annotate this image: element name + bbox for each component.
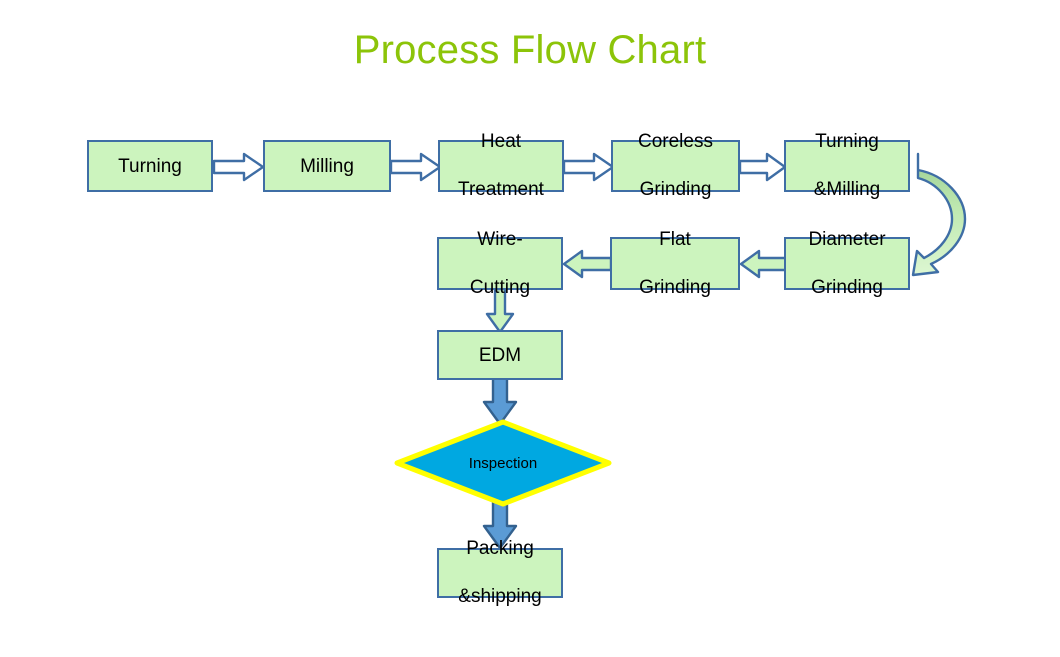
node-coreless-grinding-label: Coreless Grinding (613, 130, 738, 202)
node-heat-treatment-label: Heat Treatment (440, 130, 562, 202)
node-packing-shipping[interactable]: Packing &shipping (437, 538, 563, 607)
page-title: Process Flow Chart (353, 28, 707, 72)
node-diameter-grinding[interactable]: Diameter Grinding (784, 229, 910, 298)
node-turning-milling-label: Turning &Milling (786, 130, 908, 202)
node-turning[interactable]: Turning (87, 140, 213, 192)
arrow-milling-to-heat-treatment (389, 152, 442, 182)
node-heat-treatment[interactable]: Heat Treatment (438, 131, 564, 200)
node-turning-milling[interactable]: Turning &Milling (784, 131, 910, 200)
node-edm[interactable]: EDM (437, 330, 563, 380)
arrow-heat-treatment-to-coreless-grinding (562, 152, 615, 182)
node-coreless-grinding[interactable]: Coreless Grinding (611, 131, 740, 200)
node-diameter-grinding-line-1: Diameter (808, 228, 886, 250)
node-packing-shipping-line-2: &shipping (458, 586, 542, 607)
arrow-turning-to-milling (212, 152, 265, 182)
node-wire-cutting[interactable]: Wire- Cutting (437, 229, 563, 298)
arrow-coreless-grinding-to-turning-milling (738, 152, 787, 182)
node-flat-grinding[interactable]: Flat Grinding (610, 229, 740, 298)
node-turning-milling-line-2: &Milling (813, 179, 881, 200)
node-milling[interactable]: Milling (263, 140, 391, 192)
node-turning-label: Turning (118, 155, 182, 177)
node-wire-cutting-line-1: Wire- (477, 228, 523, 250)
node-flat-grinding-line-2: Grinding (639, 276, 711, 298)
node-diameter-grinding-label: Diameter Grinding (786, 228, 908, 300)
node-coreless-grinding-line-2: Grinding (639, 179, 712, 200)
arrow-turning-milling-to-diameter-grinding (905, 145, 995, 285)
node-heat-treatment-line-2: Treatment (458, 179, 544, 200)
node-inspection[interactable]: Inspection (394, 419, 612, 507)
node-flat-grinding-label: Flat Grinding (612, 228, 738, 300)
node-packing-shipping-label: Packing &shipping (439, 537, 561, 609)
node-milling-label: Milling (300, 155, 354, 177)
arrow-flat-grinding-to-wire-cutting (562, 249, 613, 279)
node-edm-label: EDM (478, 344, 522, 366)
node-coreless-grinding-line-1: Coreless (638, 131, 713, 152)
node-turning-milling-line-1: Turning (815, 131, 879, 152)
arrow-diameter-grinding-to-flat-grinding (739, 249, 788, 279)
node-wire-cutting-label: Wire- Cutting (439, 228, 561, 300)
node-heat-treatment-line-1: Heat (480, 131, 522, 152)
flow-chart-canvas: Process Flow Chart Turning Milling Heat … (0, 0, 1060, 657)
node-flat-grinding-line-1: Flat (659, 228, 691, 250)
node-diameter-grinding-line-2: Grinding (811, 276, 883, 298)
node-wire-cutting-line-2: Cutting (469, 276, 531, 298)
node-packing-shipping-line-1: Packing (466, 538, 534, 559)
